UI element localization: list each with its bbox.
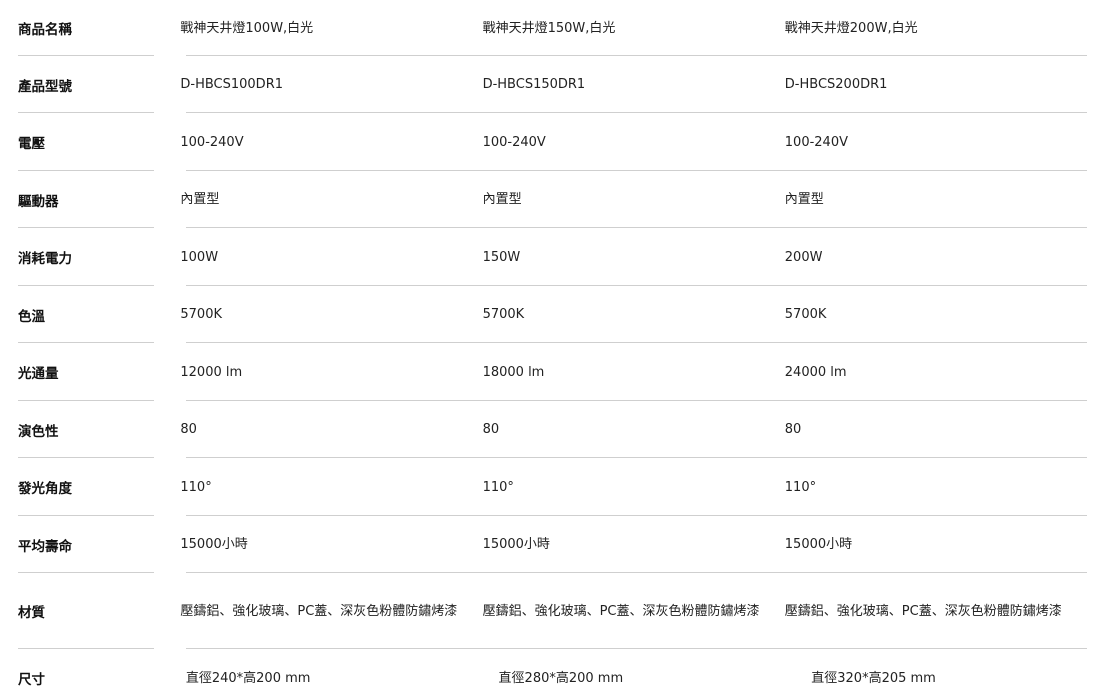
cell-value: 5700K — [784, 307, 827, 322]
table-row-power: 消耗電力 100W 150W 200W — [18, 228, 1087, 286]
cell-value: 80 — [482, 422, 500, 437]
spec-table: 商品名稱 戰神天井燈100W,白光 戰神天井燈150W,白光 戰神天井燈200W… — [18, 0, 1087, 693]
cell-value: 24000 lm — [784, 364, 847, 380]
cell-value: 壓鑄鋁、強化玻璃、PC蓋、深灰色粉體防鏽烤漆 — [180, 603, 458, 619]
table-row-driver: 驅動器 內置型 內置型 內置型 — [18, 171, 1087, 228]
cell-value: 戰神天井燈100W,白光 — [180, 20, 314, 36]
cell-value: 110° — [784, 479, 817, 495]
table-row-voltage: 電壓 100-240V 100-240V 100-240V — [18, 113, 1087, 171]
cell-value: 12000 lm — [180, 364, 243, 380]
cell-value: 直徑320*高205 mm — [811, 670, 936, 686]
cell-value: 110° — [482, 479, 514, 495]
row-label: 消耗電力 — [18, 251, 72, 267]
cell-value: 150W — [482, 249, 521, 265]
table-row-material: 材質 壓鑄鋁、強化玻璃、PC蓋、深灰色粉體防鏽烤漆 壓鑄鋁、強化玻璃、PC蓋、深… — [18, 573, 1087, 649]
cell-value: D-HBCS200DR1 — [784, 77, 888, 92]
table-row-beam-angle: 發光角度 110° 110° 110° — [18, 458, 1087, 516]
cell-value: 內置型 — [482, 192, 522, 207]
cell-value: 直徑280*高200 mm — [498, 670, 624, 686]
table-row-dimensions: 尺寸 直徑240*高200 mm 直徑280*高200 mm 直徑320*高20… — [18, 649, 1087, 693]
table-row-color-temperature: 色溫 5700K 5700K 5700K — [18, 286, 1087, 343]
row-label: 商品名稱 — [18, 22, 72, 38]
cell-value: 內置型 — [180, 192, 220, 207]
row-label: 產品型號 — [18, 78, 72, 95]
cell-value: 壓鑄鋁、強化玻璃、PC蓋、深灰色粉體防鏽烤漆 — [482, 603, 760, 619]
cell-value: 壓鑄鋁、強化玻璃、PC蓋、深灰色粉體防鏽烤漆 — [784, 603, 1062, 619]
table-row-model: 產品型號 D-HBCS100DR1 D-HBCS150DR1 D-HBCS200… — [18, 56, 1087, 113]
cell-value: 80 — [180, 422, 197, 437]
row-label: 光通量 — [18, 366, 59, 382]
row-label: 材質 — [18, 605, 45, 621]
cell-value: 18000 lm — [482, 364, 545, 380]
cell-value: 直徑240*高200 mm — [185, 670, 311, 686]
cell-value: 15000小時 — [482, 537, 550, 552]
cell-value: 15000小時 — [180, 537, 248, 552]
cell-value: D-HBCS100DR1 — [180, 77, 283, 92]
row-label: 尺寸 — [18, 672, 45, 688]
cell-value: 200W — [784, 249, 823, 265]
cell-value: 110° — [180, 479, 212, 495]
row-label: 電壓 — [18, 136, 45, 152]
table-row-product-name: 商品名稱 戰神天井燈100W,白光 戰神天井燈150W,白光 戰神天井燈200W… — [18, 0, 1087, 56]
table-row-lifespan: 平均壽命 15000小時 15000小時 15000小時 — [18, 516, 1087, 573]
cell-value: 15000小時 — [784, 537, 853, 552]
cell-value: 戰神天井燈150W,白光 — [482, 20, 616, 36]
table-row-color-rendering: 演色性 80 80 80 — [18, 401, 1087, 458]
row-label: 色溫 — [18, 308, 45, 325]
cell-value: 100-240V — [180, 134, 244, 150]
cell-value: 5700K — [180, 307, 222, 322]
row-label: 發光角度 — [18, 481, 72, 497]
cell-value: 內置型 — [784, 192, 824, 207]
table-row-luminous-flux: 光通量 12000 lm 18000 lm 24000 lm — [18, 343, 1087, 401]
row-label: 演色性 — [18, 423, 59, 440]
cell-value: 5700K — [482, 307, 525, 322]
cell-value: D-HBCS150DR1 — [482, 77, 586, 92]
row-label: 驅動器 — [18, 193, 59, 210]
row-label: 平均壽命 — [18, 538, 72, 555]
cell-value: 100-240V — [784, 134, 848, 150]
cell-value: 100-240V — [482, 134, 546, 150]
cell-value: 80 — [784, 422, 802, 437]
cell-value: 戰神天井燈200W,白光 — [784, 20, 918, 36]
cell-value: 100W — [180, 249, 219, 265]
